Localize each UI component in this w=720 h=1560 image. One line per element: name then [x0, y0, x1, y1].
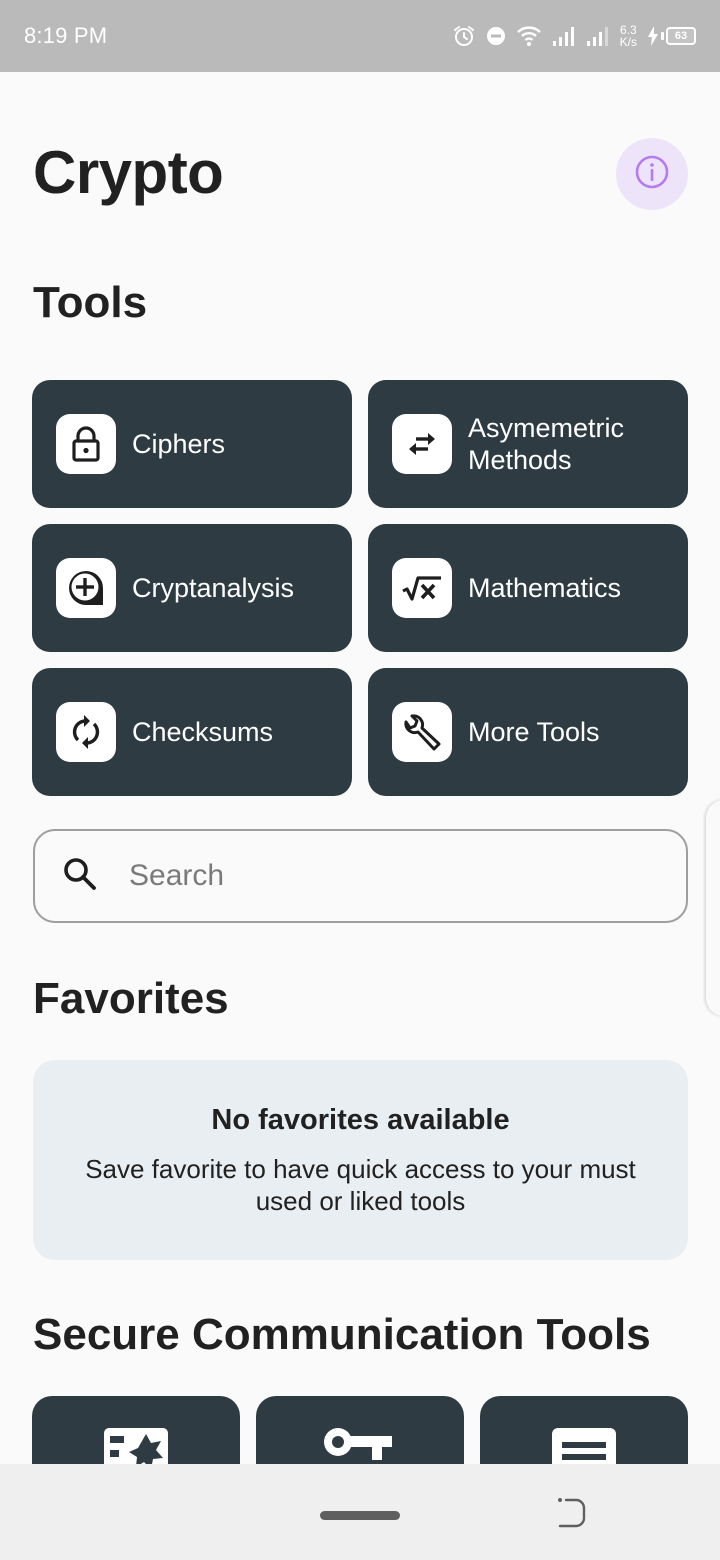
favorites-empty-state: No favorites available Save favorite to …: [33, 1060, 688, 1260]
charging-icon: [647, 26, 659, 46]
sync-icon: [56, 702, 116, 762]
tool-label: Asymemetric Methods: [468, 413, 625, 475]
battery-indicator: 63: [647, 26, 696, 46]
network-speed: 6.3 K/s: [620, 24, 637, 48]
tool-ciphers[interactable]: Ciphers: [32, 380, 352, 508]
status-icons: 6.3 K/s 63: [452, 21, 696, 51]
system-navigation-bar: [0, 1464, 720, 1560]
dnd-icon: [486, 26, 506, 46]
tools-section-title: Tools: [33, 278, 148, 327]
info-button[interactable]: [616, 138, 688, 210]
home-gesture-handle[interactable]: [320, 1511, 400, 1520]
lock-icon: [56, 414, 116, 474]
battery-tip: [661, 32, 664, 40]
network-speed-unit: K/s: [619, 35, 637, 49]
alarm-icon: [452, 24, 476, 48]
screen: 8:19 PM 6.3 K/s 63 Crypto Tools Ciphers …: [0, 0, 720, 1560]
zoom-plus-icon: [56, 558, 116, 618]
info-icon: [634, 154, 670, 195]
secure-communication-section-title: Secure Communication Tools: [33, 1310, 651, 1359]
favorites-section-title: Favorites: [33, 974, 229, 1023]
signal-icon: [552, 26, 576, 46]
favorites-empty-title: No favorites available: [211, 1103, 510, 1136]
wifi-icon: [516, 25, 542, 47]
tool-label: More Tools: [468, 717, 600, 747]
back-gesture-icon: [554, 1498, 590, 1538]
tool-label: Mathematics: [468, 573, 622, 603]
wrench-icon: [392, 702, 452, 762]
edge-panel-handle[interactable]: [706, 800, 720, 1016]
back-button[interactable]: [554, 1494, 590, 1534]
page-title: Crypto: [33, 139, 224, 206]
signal-icon: [586, 26, 610, 46]
tool-cryptanalysis[interactable]: Cryptanalysis: [32, 524, 352, 652]
status-time: 8:19 PM: [24, 23, 108, 48]
tool-label: Checksums: [132, 717, 274, 747]
search-icon: [61, 855, 99, 898]
status-bar: 8:19 PM 6.3 K/s 63: [0, 0, 720, 72]
tool-asymmetric-methods[interactable]: Asymemetric Methods: [368, 380, 688, 508]
square-root-icon: [392, 558, 452, 618]
tool-more-tools[interactable]: More Tools: [368, 668, 688, 796]
favorites-empty-description: Save favorite to have quick access to yo…: [85, 1153, 636, 1216]
search-input[interactable]: [129, 859, 649, 893]
swap-arrows-icon: [392, 414, 452, 474]
battery-level: 63: [666, 27, 696, 45]
tool-label: Cryptanalysis: [132, 573, 295, 603]
tool-mathematics[interactable]: Mathematics: [368, 524, 688, 652]
tool-label: Ciphers: [132, 429, 226, 459]
search-field[interactable]: [33, 829, 688, 923]
tool-checksums[interactable]: Checksums: [32, 668, 352, 796]
